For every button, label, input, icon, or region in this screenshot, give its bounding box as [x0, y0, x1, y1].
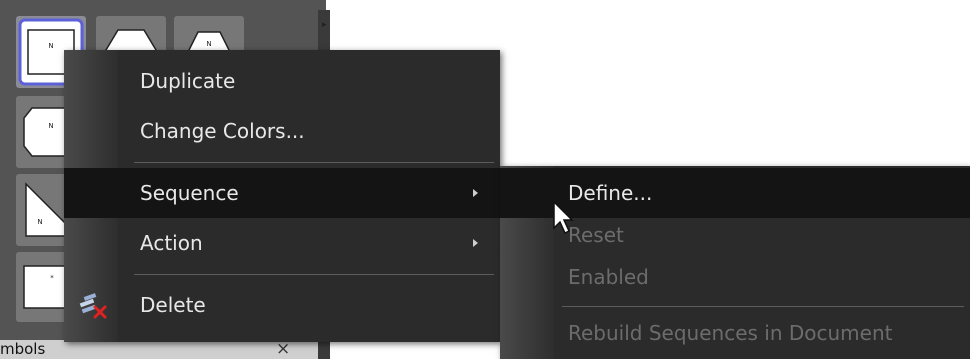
svg-text:N: N: [48, 122, 53, 130]
palette-title: mbols: [0, 340, 46, 358]
submenu-arrow-icon: [473, 189, 478, 197]
menu-item-duplicate[interactable]: Duplicate: [64, 56, 500, 106]
menu-item-label: Sequence: [140, 181, 239, 205]
menu-item-label: Change Colors...: [140, 119, 305, 143]
palette-title-bar: mbols ×: [0, 340, 318, 359]
menu-item-rebuild-sequences: Rebuild Sequences in Document: [500, 308, 970, 358]
svg-text:N: N: [37, 218, 42, 226]
context-menu: Duplicate Change Colors... Sequence Acti…: [64, 50, 500, 342]
menu-item-enabled: Enabled: [500, 252, 970, 302]
menu-item-label: Duplicate: [140, 69, 236, 93]
svg-text:N: N: [48, 42, 53, 50]
svg-text:N: N: [206, 40, 211, 48]
menu-item-label: Delete: [140, 293, 206, 317]
menu-item-sequence[interactable]: Sequence: [64, 168, 500, 218]
menu-item-label: Rebuild Sequences in Document: [568, 321, 893, 345]
mouse-cursor-icon: [553, 200, 574, 235]
menu-item-delete[interactable]: Delete: [64, 280, 500, 330]
sequence-submenu: Define... Reset Enabled Rebuild Sequence…: [500, 166, 970, 359]
submenu-arrow-icon: [473, 239, 478, 247]
menu-separator: [134, 274, 494, 275]
svg-text:*: *: [50, 274, 54, 282]
close-icon[interactable]: ×: [276, 340, 290, 359]
menu-item-label: Action: [140, 231, 203, 255]
menu-item-change-colors[interactable]: Change Colors...: [64, 106, 500, 156]
menu-item-label: Enabled: [568, 265, 649, 289]
menu-separator: [134, 162, 494, 163]
delete-symbol-icon: [79, 293, 107, 319]
menu-item-action[interactable]: Action: [64, 218, 500, 268]
pin-icon: ▸: [322, 20, 327, 30]
menu-separator: [562, 306, 964, 307]
